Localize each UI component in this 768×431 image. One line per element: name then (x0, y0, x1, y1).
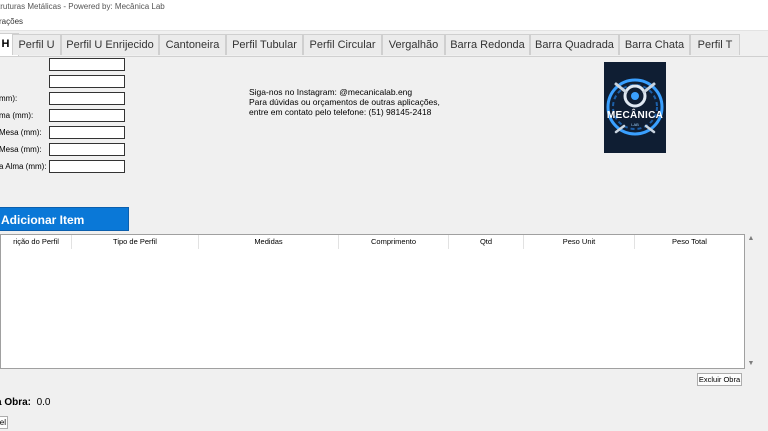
tab-perfil-t[interactable]: Perfil T (690, 34, 740, 55)
logo-subtext: LAB (631, 122, 639, 127)
field-label-4: Mesa (mm): (0, 128, 42, 137)
logo-text: MECÂNICA (606, 110, 664, 121)
gear-wrench-icon (604, 62, 666, 153)
tab-barra-quadrada[interactable]: Barra Quadrada (530, 34, 619, 55)
contact-line-2: Para dúvidas ou orçamentos de outras apl… (249, 97, 440, 107)
field-input-1[interactable] (49, 75, 125, 88)
column-header-qtd[interactable]: Qtd (449, 235, 524, 249)
total-value: 0.0 (36, 397, 51, 408)
scroll-up-icon[interactable]: ▲ (745, 234, 757, 244)
field-input-0[interactable] (49, 58, 125, 71)
table-header: rição do Perfil Tipo de Perfil Medidas C… (1, 235, 744, 249)
field-label-5: Mesa (mm): (0, 145, 42, 154)
field-label-2: mm): (0, 94, 18, 103)
table-scrollbar[interactable]: ▲ ▼ (745, 234, 757, 369)
items-table[interactable]: rição do Perfil Tipo de Perfil Medidas C… (0, 234, 745, 369)
contact-instagram: Siga-nos no Instagram: @mecanicalab.eng (249, 87, 413, 97)
field-input-6[interactable] (49, 160, 125, 173)
field-input-2[interactable] (49, 92, 125, 105)
tab-barra-redonda[interactable]: Barra Redonda (445, 34, 530, 55)
field-label-6: a Alma (mm): (0, 162, 47, 171)
tab-perfil-circular[interactable]: Perfil Circular (303, 34, 382, 55)
export-button[interactable]: el (0, 416, 8, 429)
window-titlebar: truturas Metálicas - Powered by: Mecânic… (0, 0, 768, 13)
tab-cantoneira[interactable]: Cantoneira (159, 34, 226, 55)
tab-perfil-tubular[interactable]: Perfil Tubular (226, 34, 303, 55)
column-header-peso-total[interactable]: Peso Total (635, 235, 744, 249)
scroll-down-icon[interactable]: ▼ (745, 359, 757, 369)
field-input-5[interactable] (49, 143, 125, 156)
tab-perfil-u[interactable]: Perfil U (12, 34, 61, 55)
tab-perfil-u-enrijecido[interactable]: Perfil U Enrijecido (61, 34, 159, 55)
delete-project-button[interactable]: Excluir Obra (697, 373, 742, 386)
contact-info: Siga-nos no Instagram: @mecanicalab.eng … (249, 87, 440, 117)
field-input-4[interactable] (49, 126, 125, 139)
add-item-button[interactable]: Adicionar Item (0, 207, 129, 231)
menu-bar: rações (0, 13, 768, 31)
menu-item-configuracoes[interactable]: rações (0, 14, 23, 30)
tab-barra-chata[interactable]: Barra Chata (619, 34, 690, 55)
field-input-3[interactable] (49, 109, 125, 122)
tab-vergalhao[interactable]: Vergalhão (382, 34, 445, 55)
column-header-peso-unit[interactable]: Peso Unit (524, 235, 635, 249)
window-title: truturas Metálicas - Powered by: Mecânic… (0, 2, 165, 11)
mecanica-lab-logo: MECÂNICA LAB (604, 62, 666, 153)
contact-phone: entre em contato pelo telefone: (51) 981… (249, 107, 432, 117)
column-header-comprimento[interactable]: Comprimento (339, 235, 449, 249)
total-label: a Obra: (0, 397, 32, 408)
profile-tabs: H Perfil U Perfil U Enrijecido Cantoneir… (0, 33, 768, 57)
column-header-medidas[interactable]: Medidas (199, 235, 339, 249)
column-header-descricao[interactable]: rição do Perfil (1, 235, 72, 249)
project-total: a Obra: 0.0 (0, 397, 50, 408)
column-header-tipo[interactable]: Tipo de Perfil (72, 235, 199, 249)
field-label-3: ma (mm): (0, 111, 34, 120)
